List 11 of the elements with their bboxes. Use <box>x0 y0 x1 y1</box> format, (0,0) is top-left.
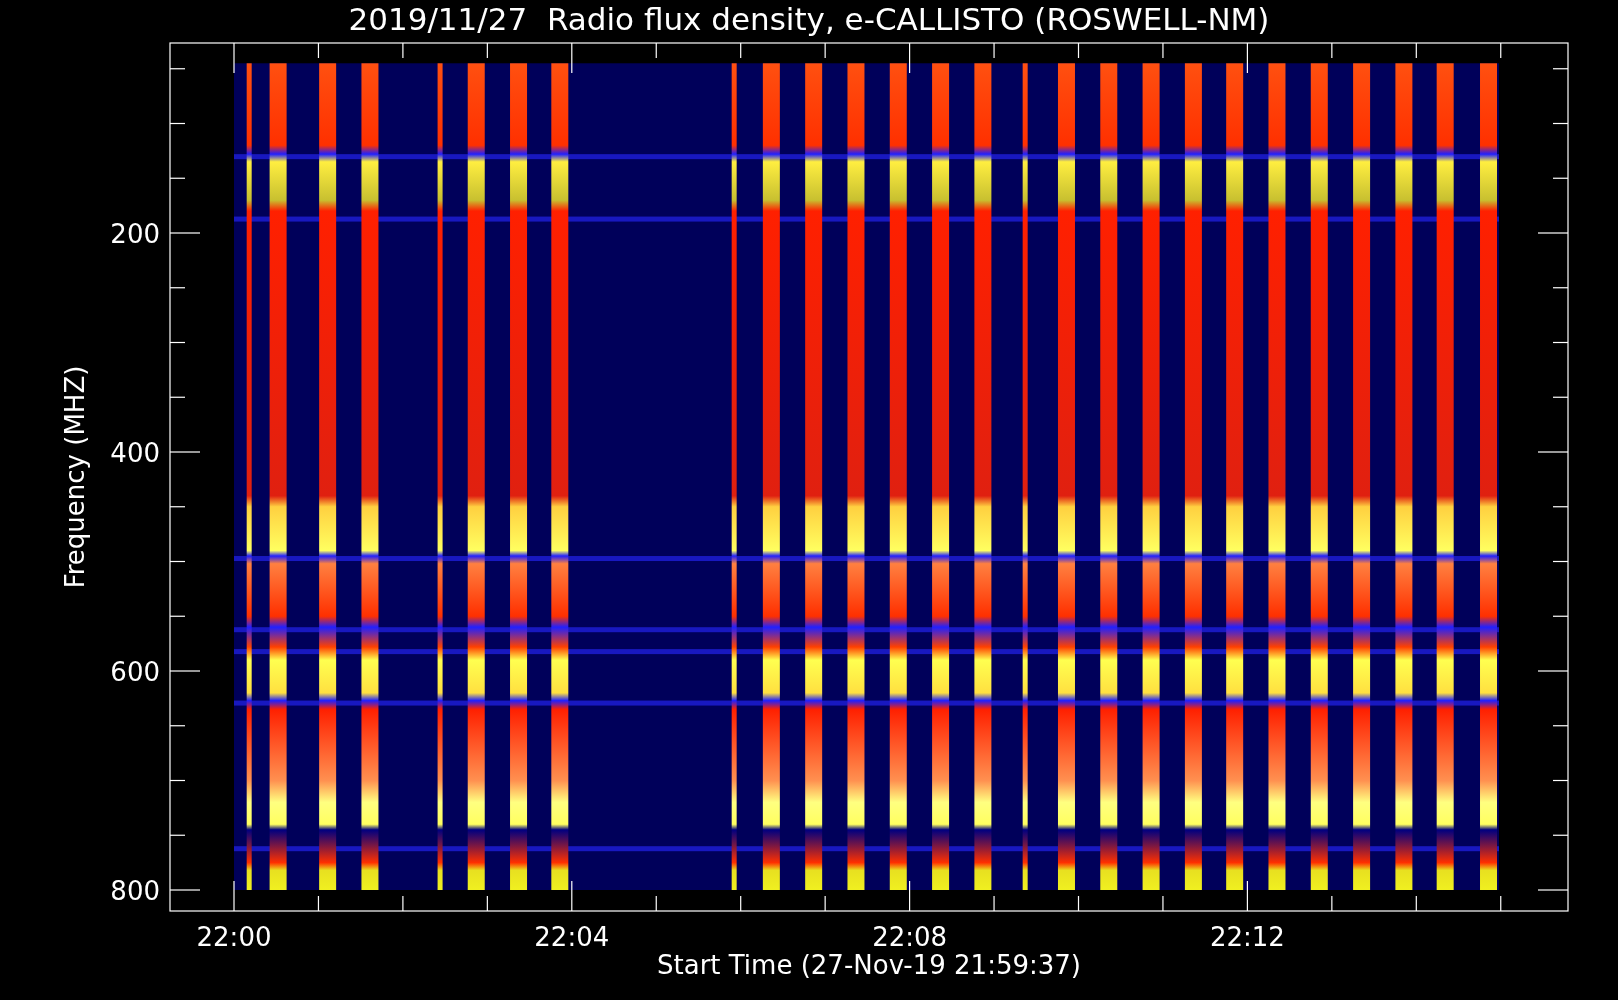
y-tick-label: 600 <box>110 657 160 687</box>
y-axis-label: Frequency (MHZ) <box>60 365 90 589</box>
x-tick-label: 22:00 <box>196 922 272 952</box>
y-tick-label: 200 <box>110 219 160 249</box>
x-tick-label: 22:12 <box>1209 922 1285 952</box>
x-axis-label: Start Time (27-Nov-19 21:59:37) <box>657 950 1081 980</box>
x-tick-label: 22:08 <box>872 922 948 952</box>
y-tick-label: 400 <box>110 438 160 468</box>
chart-title: 2019/11/27 Radio flux density, e-CALLISTO (ROSWELL-NM) <box>348 1 1270 37</box>
y-tick-label: 800 <box>110 876 160 906</box>
x-tick-label: 22:04 <box>534 922 610 952</box>
